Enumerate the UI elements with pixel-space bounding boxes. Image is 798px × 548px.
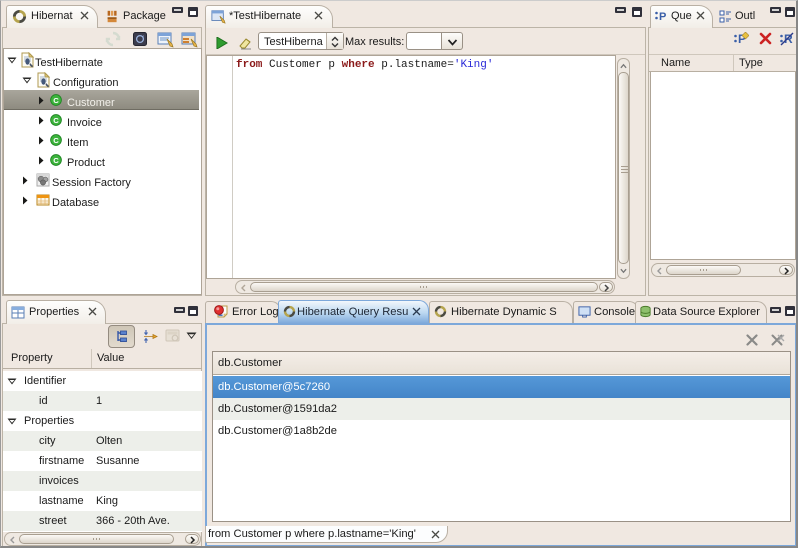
svg-text:C: C bbox=[53, 156, 59, 165]
svg-text:P: P bbox=[659, 11, 666, 22]
svg-text:C: C bbox=[53, 136, 59, 145]
svg-text:C: C bbox=[53, 116, 59, 125]
svg-text:C: C bbox=[53, 96, 59, 105]
